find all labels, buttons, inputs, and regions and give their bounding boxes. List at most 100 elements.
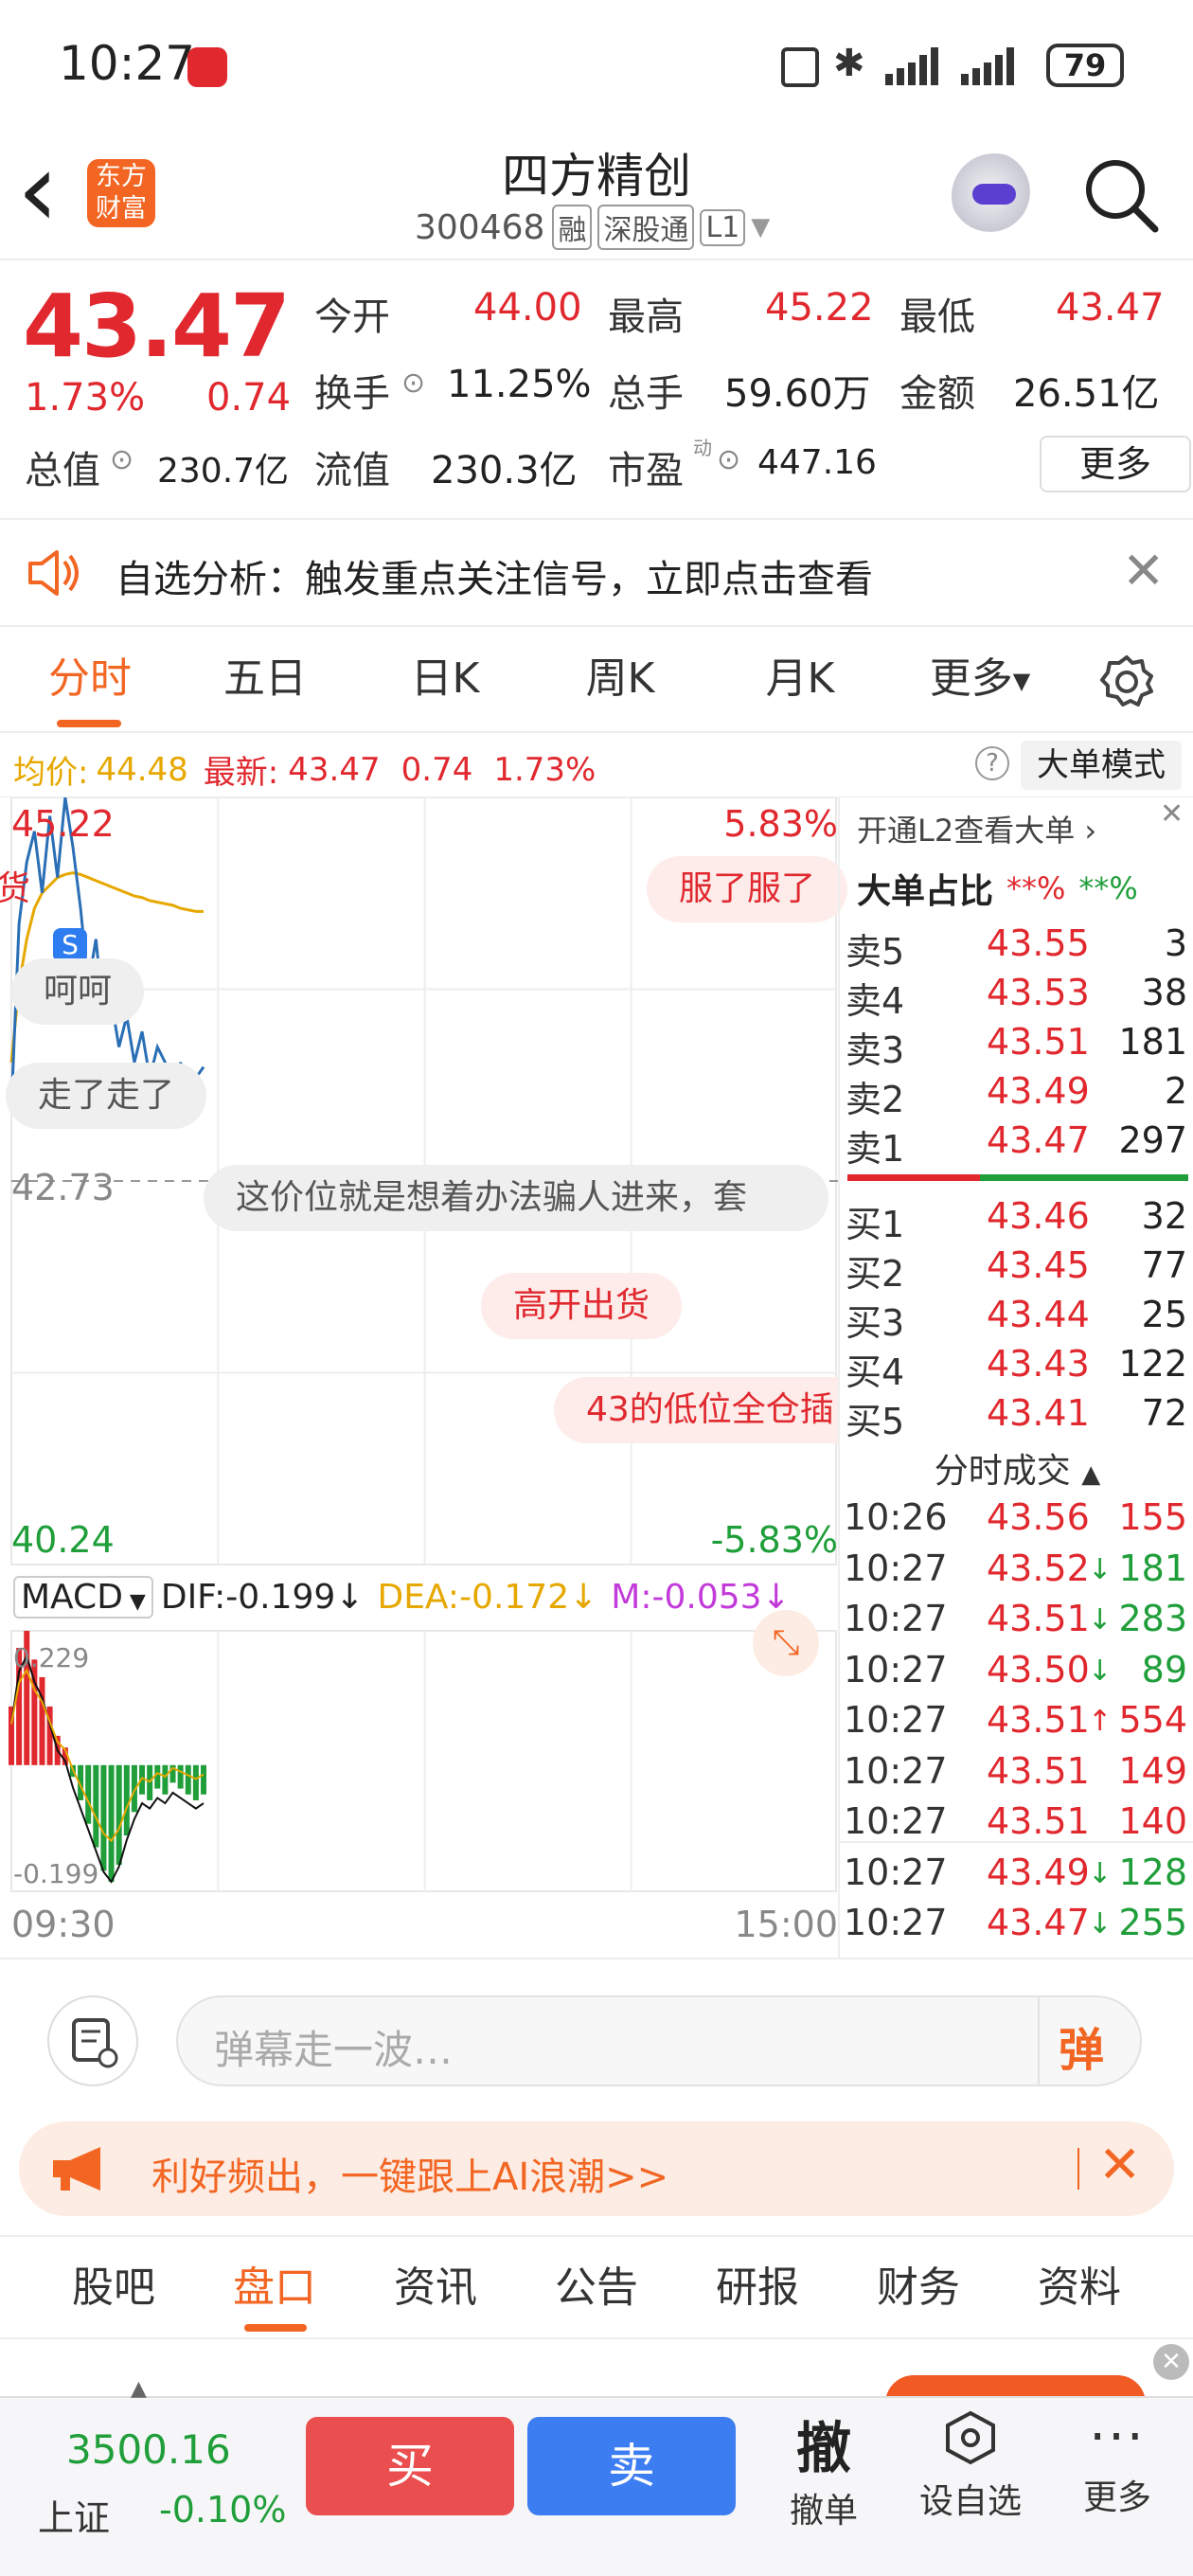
tab-profile[interactable]: 资料 — [1013, 2237, 1146, 2339]
dea-value: -0.172 — [459, 1578, 570, 1617]
tag-connect: 深股通 — [597, 205, 695, 250]
promo-banner[interactable]: 利好频出，一键跟上AI浪潮>> ✕ — [19, 2121, 1174, 2216]
big-order-mode-button[interactable]: 大单模式 — [1021, 741, 1182, 790]
l2-promo-link[interactable]: 开通L2查看大单 › — [857, 807, 1096, 850]
trade-price: 43.51 — [987, 1749, 1090, 1792]
tab-intraday[interactable]: 分时 — [19, 627, 161, 731]
battery-icon: 79 — [1046, 44, 1124, 87]
trade-row: 10:27 43.52 ↓ 181 — [840, 1547, 1193, 1597]
add-watchlist-button[interactable]: 设自选 — [909, 2409, 1032, 2523]
close-icon[interactable]: ✕ — [1122, 541, 1165, 600]
help-icon[interactable]: ? — [975, 746, 1009, 780]
cancel-order-button[interactable]: 撤 撤单 — [767, 2404, 881, 2532]
collapse-up-icon[interactable]: ▲ — [131, 2377, 147, 2401]
danmu-bubble[interactable]: 服了服了 — [647, 856, 848, 922]
ask-row[interactable]: 卖2 43.49 2 — [840, 1070, 1193, 1120]
send-danmu-button[interactable]: 弹 — [1059, 2012, 1104, 2079]
pe-dynamic-mark: 动 — [693, 437, 712, 459]
trade-volume: 181 — [1118, 1547, 1187, 1589]
ask-row[interactable]: 卖1 43.47 297 — [840, 1119, 1193, 1170]
bid-row[interactable]: 买3 43.44 25 — [840, 1294, 1193, 1344]
info-icon[interactable]: ⊙ — [401, 367, 425, 400]
trade-direction-icon: ↓ — [1088, 1552, 1113, 1586]
s-marker-icon[interactable]: S — [53, 928, 87, 962]
notice-text: 自选分析：触发重点关注信号，立即点击查看 — [116, 558, 873, 601]
ask-row[interactable]: 卖3 43.51 181 — [840, 1021, 1193, 1071]
info-icon[interactable]: ⊙ — [717, 443, 740, 476]
settings-gear-icon[interactable] — [1098, 653, 1155, 710]
level-volume: 122 — [1118, 1343, 1187, 1385]
tab-announcements[interactable]: 公告 — [530, 2237, 663, 2339]
turnover-label: 换手 — [314, 372, 390, 416]
buy-button[interactable]: 买 — [306, 2417, 514, 2515]
banner-text: 利好频出，一键跟上AI浪潮>> — [151, 2156, 669, 2199]
bid-row[interactable]: 买4 43.43 122 — [840, 1343, 1193, 1393]
macd-bar — [177, 1764, 184, 1789]
macd-bar — [192, 1764, 199, 1800]
tab-monthly-k[interactable]: 月K — [729, 627, 871, 731]
info-icon[interactable]: ⊙ — [110, 443, 134, 476]
close-icon[interactable]: ✕ — [1098, 2135, 1141, 2194]
open-label: 今开 — [314, 295, 390, 339]
status-time: 10:27 — [59, 36, 196, 91]
level-volume: 25 — [1141, 1294, 1187, 1335]
level-price: 43.41 — [987, 1392, 1090, 1434]
search-icon[interactable] — [1079, 153, 1165, 239]
tag-margin: 融 — [552, 205, 593, 250]
macd-bar — [162, 1764, 169, 1795]
danmu-bubble[interactable]: 43的低位全仓插 — [554, 1377, 838, 1443]
y-top-label: 45.22 — [11, 803, 115, 845]
sell-button[interactable]: 卖 — [527, 2417, 736, 2515]
macd-bar — [85, 1764, 92, 1824]
close-icon[interactable]: ✕ — [1160, 797, 1184, 831]
trade-volume: 149 — [1118, 1749, 1187, 1792]
tab-forum[interactable]: 股吧 — [47, 2237, 180, 2339]
chevron-down-icon[interactable]: ▼ — [751, 213, 770, 242]
intraday-chart[interactable]: 45.22 5.83% 42.73 40.24 -5.83% 出货 S 服了服了… — [0, 797, 848, 1958]
robot-assistant-icon[interactable] — [952, 153, 1037, 239]
tab-news[interactable]: 资讯 — [369, 2237, 502, 2339]
ask-row[interactable]: 卖4 43.53 38 — [840, 972, 1193, 1022]
macd-bar — [185, 1764, 191, 1795]
danmu-bubble[interactable]: 走了走了 — [6, 1063, 207, 1129]
footer-more-button[interactable]: ··· 更多 — [1060, 2409, 1174, 2519]
bid-row[interactable]: 买1 43.46 32 — [840, 1195, 1193, 1245]
macd-bar — [123, 1764, 130, 1836]
close-icon[interactable]: ✕ — [1153, 2344, 1189, 2380]
tab-finance[interactable]: 财务 — [852, 2237, 985, 2339]
trade-direction-icon: ↓ — [1088, 1907, 1113, 1941]
danmu-bubble[interactable]: 高开出货 — [481, 1273, 683, 1339]
trade-row: 10:27 43.51 140 — [840, 1800, 1193, 1850]
danmu-settings-button[interactable] — [47, 1995, 138, 2086]
open-value: 44.00 — [473, 286, 582, 330]
level-price: 43.49 — [987, 1070, 1090, 1112]
notice-bar[interactable]: 自选分析：触发重点关注信号，立即点击查看 ✕ — [0, 518, 1193, 627]
danmu-bubble[interactable]: 呵呵 — [11, 958, 145, 1025]
tab-daily-k[interactable]: 日K — [374, 627, 516, 731]
trade-time: 10:27 — [844, 1851, 948, 1893]
expand-icon[interactable]: ⤡ — [753, 1610, 819, 1676]
big-order-green: **% — [1078, 870, 1138, 906]
tag-level: L1 — [700, 208, 746, 246]
bid-row[interactable]: 买2 43.45 77 — [840, 1244, 1193, 1295]
float-value: 230.3亿 — [431, 449, 578, 492]
tab-more[interactable]: 更多▼ — [909, 627, 1051, 731]
danmu-input[interactable]: 弹幕走一波… 弹 — [176, 1995, 1142, 2086]
danmu-bubble[interactable]: 这价位就是想着办法骗人进来，套 — [204, 1165, 828, 1231]
tab-five-day[interactable]: 五日 — [194, 627, 336, 731]
more-quote-button[interactable]: 更多 — [1040, 436, 1191, 492]
tab-weekly-k[interactable]: 周K — [549, 627, 691, 731]
current-price: 43.47 — [23, 276, 291, 377]
bid-row[interactable]: 买5 43.41 72 — [840, 1392, 1193, 1442]
trades-header[interactable]: 分时成交 ▲ — [840, 1443, 1193, 1493]
ask-row[interactable]: 卖5 43.55 3 — [840, 922, 1193, 973]
macd-top-label: 0.229 — [13, 1642, 90, 1673]
level-label: 卖1 — [846, 1128, 905, 1170]
megaphone-icon — [53, 2147, 100, 2191]
macd-bottom-label: -0.199 — [13, 1858, 99, 1889]
trade-time: 10:27 — [844, 1800, 948, 1842]
trade-direction-icon: ↓ — [1088, 1654, 1113, 1688]
level-volume: 72 — [1141, 1392, 1187, 1434]
macd-selector[interactable]: MACD ▼ — [13, 1576, 153, 1619]
tab-research[interactable]: 研报 — [691, 2237, 824, 2339]
